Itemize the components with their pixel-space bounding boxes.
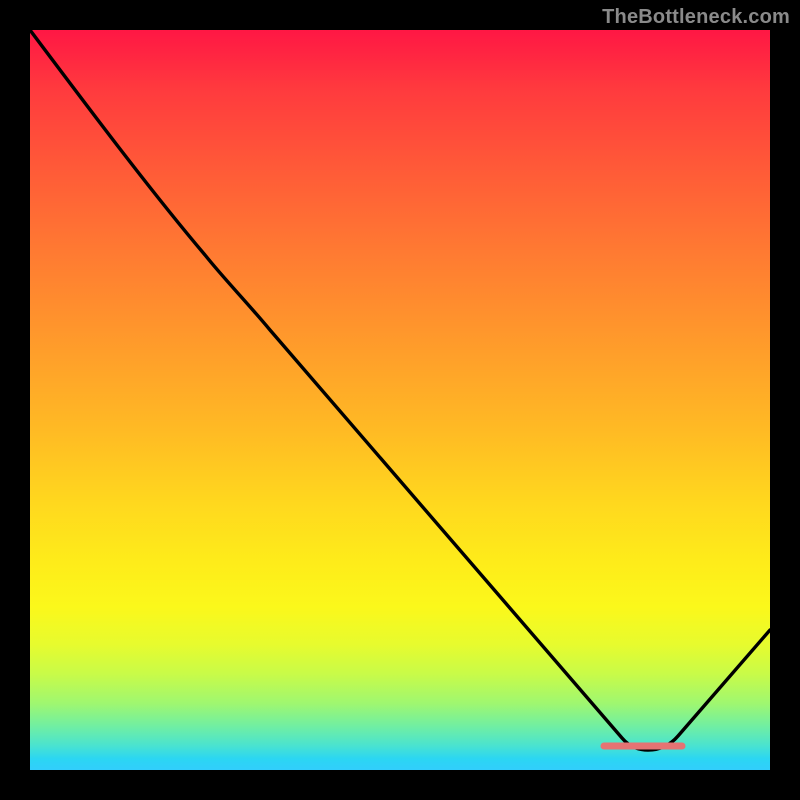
chart-container: TheBottleneck.com xyxy=(0,0,800,800)
bottleneck-curve xyxy=(30,30,770,750)
watermark-text: TheBottleneck.com xyxy=(602,6,790,29)
chart-lines-layer xyxy=(30,30,770,770)
